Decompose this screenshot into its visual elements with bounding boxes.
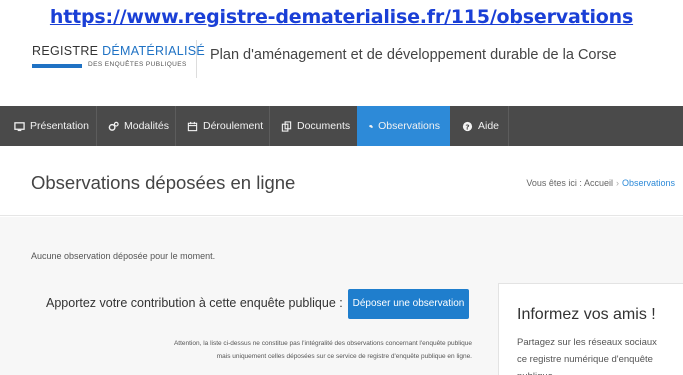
breadcrumb-prefix: Vous êtes ici : [526,178,582,188]
nav-label: Observations [378,120,440,132]
logo-subtitle: DES ENQUÊTES PUBLIQUES [88,61,187,68]
header-divider [196,40,197,78]
contribution-label: Apportez votre contribution à cette enqu… [46,296,343,310]
url-link[interactable]: https://www.registre-dematerialise.fr/11… [50,6,633,28]
empty-message: Aucune observation déposée pour le momen… [31,251,216,261]
disclaimer-line: Attention, la liste ci-dessus ne constit… [173,340,472,347]
title-band: Observations déposées en ligne Vous êtes… [0,146,683,216]
url-banner: https://www.registre-dematerialise.fr/11… [0,0,683,34]
monitor-icon [14,121,25,131]
site-title: Plan d'aménagement et de développement d… [210,47,617,63]
breadcrumb-home[interactable]: Accueil [584,178,613,188]
breadcrumb: Vous êtes ici : Accueil › Observations [526,178,675,188]
page-title: Observations déposées en ligne [31,172,296,193]
copy-icon [281,120,292,132]
breadcrumb-current[interactable]: Observations [622,178,675,188]
page: REGISTRE DÉMATÉRIALISÉ DES ENQUÊTES PUBL… [0,34,683,375]
nav-label: Aide [478,120,500,132]
disclaimer-line: mais uniquement celles déposées sur ce s… [216,353,472,360]
svg-text:?: ? [465,122,469,131]
nav-item-presentation[interactable]: Présentation [4,106,99,146]
logo-text: REGISTRE DÉMATÉRIALISÉ [32,44,206,58]
nav-item-documents[interactable]: Documents [271,106,360,146]
main-nav: Présentation Modalités Déroulement Docum… [0,106,683,146]
nav-label: Présentation [30,120,89,132]
logo[interactable]: REGISTRE DÉMATÉRIALISÉ DES ENQUÊTES PUBL… [32,44,206,78]
calendar-icon [187,121,198,131]
nav-label: Déroulement [203,120,264,132]
nav-divider [508,106,509,146]
disclaimer-note: Attention, la liste ci-dessus ne constit… [174,337,472,363]
site-header: REGISTRE DÉMATÉRIALISÉ DES ENQUÊTES PUBL… [0,34,683,106]
nav-divider [96,106,97,146]
nav-label: Modalités [124,120,169,132]
gears-icon [108,121,119,131]
nav-item-modalites[interactable]: Modalités [98,106,179,146]
main-content: Aucune observation déposée pour le momen… [0,217,683,375]
question-circle-icon: ? [462,121,473,131]
comments-icon [369,124,373,128]
nav-item-observations[interactable]: Observations [357,106,450,146]
submit-observation-button[interactable]: Déposer une observation [348,289,469,319]
nav-item-aide[interactable]: ? Aide [452,106,509,146]
nav-label: Documents [297,120,351,132]
share-text: Partagez sur les réseaux sociaux ce regi… [517,337,657,375]
logo-bar [32,64,82,68]
share-panel: Informez vos amis ! Partagez sur les rés… [498,283,683,375]
share-title: Informez vos amis ! [517,306,656,323]
nav-item-deroulement[interactable]: Déroulement [177,106,273,146]
nav-divider [269,106,270,146]
nav-divider [175,106,176,146]
breadcrumb-separator: › [615,178,619,188]
